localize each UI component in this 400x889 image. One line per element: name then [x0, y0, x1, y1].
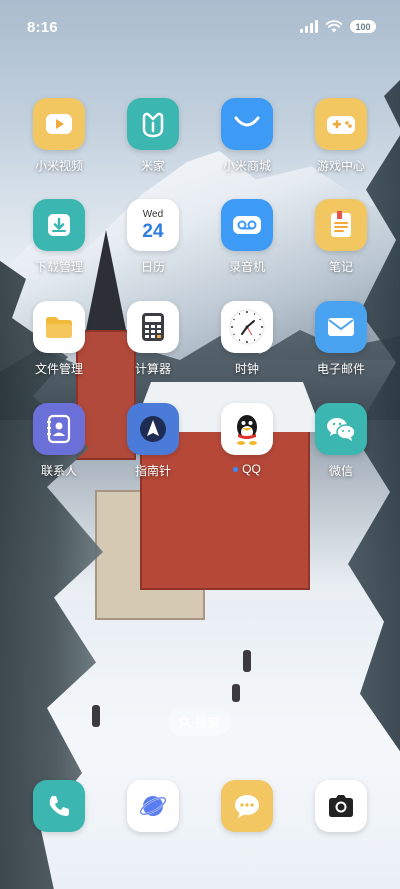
app-calculator[interactable]: 计算器 [108, 301, 198, 377]
app-label: QQ [202, 462, 292, 476]
app-label: 日历 [140, 260, 165, 274]
messages-icon [235, 795, 259, 818]
calendar-icon: Wed 24 [127, 199, 179, 251]
app-notes[interactable]: 笔记 [296, 199, 386, 275]
search-icon [180, 716, 192, 728]
status-bar: 8:16 100 [0, 0, 400, 56]
app-game-center[interactable]: 游戏中心 [296, 98, 386, 174]
camera-icon [329, 795, 353, 817]
calculator-icon [127, 301, 179, 353]
app-label: 时钟 [234, 362, 259, 376]
mi-store-icon [221, 98, 273, 150]
app-label: 联系人 [40, 464, 77, 478]
app-downloads[interactable]: 下载管理 [14, 199, 104, 275]
wifi-icon [326, 20, 342, 33]
dock-phone[interactable] [33, 780, 85, 832]
status-time: 8:16 [27, 19, 58, 36]
home-search-button[interactable]: 搜索 [168, 708, 231, 736]
app-mi-video[interactable]: 小米视频 [14, 98, 104, 174]
app-label: 小米视频 [34, 159, 83, 173]
app-label: 下载管理 [34, 260, 83, 274]
dock-browser[interactable] [127, 780, 179, 832]
mijia-icon [127, 98, 179, 150]
skier [232, 684, 240, 702]
app-label: 电子邮件 [316, 362, 365, 376]
skier [92, 705, 100, 727]
app-file-manager[interactable]: 文件管理 [14, 301, 104, 377]
app-label: 录音机 [228, 260, 265, 274]
contacts-icon [33, 403, 85, 455]
app-contacts[interactable]: 联系人 [14, 403, 104, 479]
app-label: 小米商城 [222, 159, 271, 173]
app-label: 游戏中心 [316, 159, 365, 173]
clock-icon [221, 301, 273, 353]
app-wechat[interactable]: 微信 [296, 403, 386, 479]
app-compass[interactable]: 指南针 [108, 403, 198, 479]
app-label: 指南针 [134, 464, 171, 478]
dock-messages[interactable] [221, 780, 273, 832]
status-icons: 100 [300, 20, 376, 33]
folder-icon [33, 301, 85, 353]
app-label: 计算器 [134, 362, 171, 376]
skier [243, 650, 251, 672]
app-mijia[interactable]: 米家 [108, 98, 198, 174]
app-mi-store[interactable]: 小米商城 [202, 98, 292, 174]
app-clock[interactable]: 时钟 [202, 301, 292, 377]
wechat-icon [315, 403, 367, 455]
battery-icon: 100 [350, 20, 376, 33]
phone-icon [49, 796, 69, 816]
app-recorder[interactable]: 录音机 [202, 199, 292, 275]
mail-icon [315, 301, 367, 353]
calendar-weekday: Wed [142, 208, 164, 220]
app-label: 微信 [328, 464, 353, 478]
video-play-icon [33, 98, 85, 150]
search-label: 搜索 [195, 715, 220, 730]
app-label: 文件管理 [34, 362, 83, 376]
calendar-day: 24 [142, 220, 164, 242]
game-controller-icon [315, 98, 367, 150]
app-calendar[interactable]: Wed 24 日历 [108, 199, 198, 275]
compass-icon [127, 403, 179, 455]
qq-penguin-icon [221, 403, 273, 455]
recorder-icon [221, 199, 273, 251]
notes-icon [315, 199, 367, 251]
app-qq[interactable]: QQ [202, 403, 292, 476]
download-icon [33, 199, 85, 251]
app-email[interactable]: 电子邮件 [296, 301, 386, 377]
app-label: 米家 [140, 159, 165, 173]
signal-icon [300, 20, 318, 33]
dock-camera[interactable] [315, 780, 367, 832]
browser-planet-icon [139, 796, 167, 816]
app-label: 笔记 [328, 260, 353, 274]
